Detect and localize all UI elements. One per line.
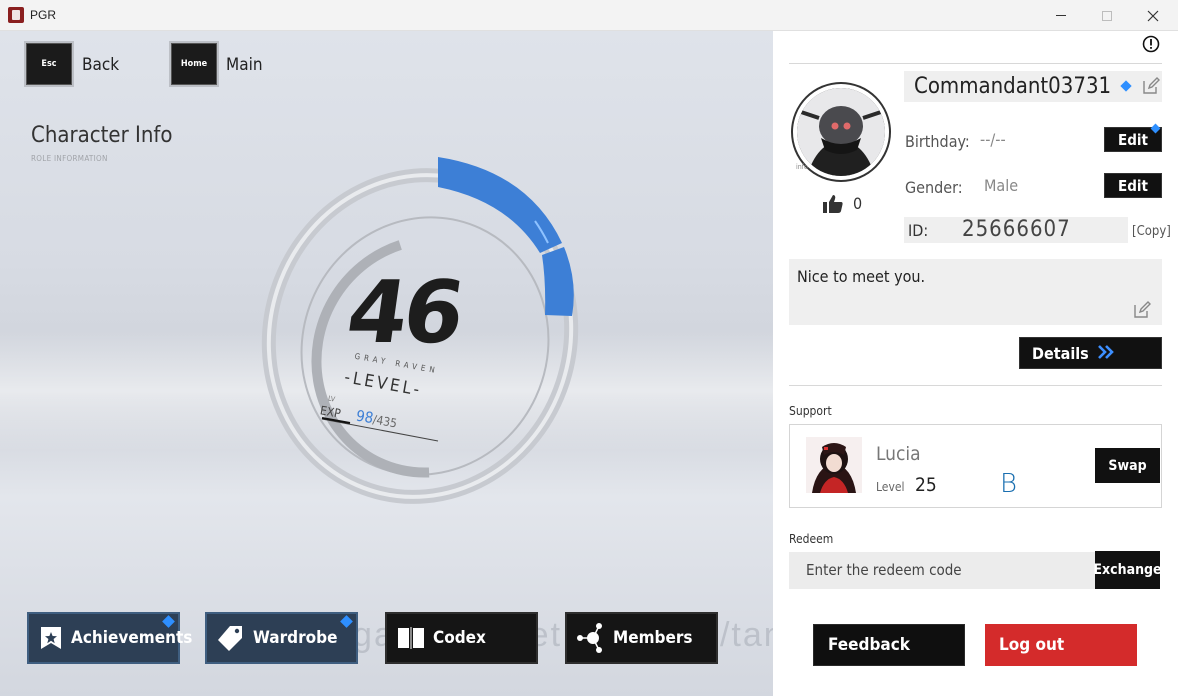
home-key-button[interactable]: Home (171, 43, 217, 85)
notification-diamond-icon (162, 615, 175, 628)
gender-value: Male (984, 176, 1019, 195)
window-titlebar: PGR (0, 0, 1178, 31)
members-label: Members (613, 628, 693, 648)
minimize-icon (1056, 15, 1066, 16)
edit-gender-label: Edit (1118, 176, 1148, 195)
gender-label: Gender: (905, 178, 963, 197)
page-subtitle: ROLE INFORMATION (31, 154, 108, 163)
notification-diamond-icon (340, 615, 353, 628)
edit-birthday-button[interactable]: Edit (1104, 123, 1162, 152)
support-character-avatar (806, 437, 862, 493)
edit-motto-icon[interactable] (1133, 301, 1151, 323)
divider (789, 385, 1162, 386)
edit-name-icon[interactable] (1142, 77, 1160, 99)
avatar-image (797, 88, 885, 176)
codex-button[interactable]: Codex (385, 612, 538, 664)
codex-label: Codex (433, 628, 486, 648)
back-label[interactable]: Back (82, 55, 119, 75)
support-card: Lucia Level 25 B Swap (789, 424, 1162, 508)
feedback-button[interactable]: Feedback (813, 624, 965, 666)
window-title: PGR (30, 8, 57, 22)
support-character-name: Lucia (876, 443, 921, 465)
redeem-section-label: Redeem (789, 532, 834, 546)
exp-max: /435 (371, 412, 399, 431)
info-icon[interactable] (1142, 35, 1160, 57)
name-field: Commandant03731 (904, 71, 1162, 102)
support-section-label: Support (789, 404, 832, 418)
minimize-button[interactable] (1038, 0, 1084, 31)
logout-button[interactable]: Log out (985, 624, 1137, 666)
support-character-image (806, 437, 862, 493)
details-button[interactable]: Details (1019, 337, 1162, 369)
book-icon (395, 622, 427, 654)
page-title: Character Info (31, 123, 173, 148)
edit-birthday-label: Edit (1118, 130, 1148, 149)
double-chevron-right-icon (1097, 344, 1115, 363)
exp-progress-arc (438, 157, 562, 253)
edit-gender-button[interactable]: Edit (1104, 173, 1162, 198)
birthday-label: Birthday: (905, 132, 970, 151)
id-label: ID: (908, 221, 929, 240)
redeem-placeholder: Enter the redeem code (806, 561, 962, 579)
level-number: 46 (340, 263, 467, 363)
motto-text: Nice to meet you. (797, 267, 926, 286)
maximize-icon (1102, 10, 1112, 21)
player-name: Commandant03731 (914, 74, 1112, 99)
details-label: Details (1032, 343, 1089, 363)
notification-diamond-icon (1120, 80, 1132, 92)
support-level-value: 25 (915, 474, 937, 496)
likes-counter[interactable]: 0 (823, 194, 862, 213)
thumbs-up-icon (823, 194, 843, 213)
achievements-label: Achievements (71, 628, 193, 648)
maximize-button[interactable] (1084, 0, 1130, 31)
player-id-field: ID: 25666607 (904, 217, 1128, 243)
close-icon (1147, 10, 1159, 21)
network-icon (575, 622, 607, 654)
id-value: 25666607 (962, 217, 1071, 242)
price-tag-icon (215, 622, 247, 654)
wardrobe-button[interactable]: Wardrobe (205, 612, 358, 664)
close-button[interactable] (1130, 0, 1176, 31)
redeem-code-input[interactable]: Enter the redeem code (789, 552, 1097, 589)
divider (789, 63, 1162, 64)
notification-diamond-icon (1150, 123, 1161, 134)
motto-box: Nice to meet you. (789, 259, 1162, 325)
main-label[interactable]: Main (226, 55, 263, 75)
likes-count: 0 (853, 194, 863, 213)
lv-small-label: LV (327, 394, 336, 404)
copy-id-button[interactable]: [Copy] (1132, 224, 1171, 239)
app-icon (8, 7, 24, 23)
members-button[interactable]: Members (565, 612, 718, 664)
character-info-panel: Esc Back Home Main Character Info ROLE I… (0, 31, 773, 696)
swap-button[interactable]: Swap (1095, 448, 1160, 483)
exchange-button[interactable]: Exchange (1093, 551, 1162, 589)
achievements-button[interactable]: Achievements (27, 612, 192, 664)
esc-key-button[interactable]: Esc (26, 43, 72, 85)
birthday-value: --/-- (980, 130, 1006, 149)
avatar-caption: info (796, 163, 808, 171)
wardrobe-label: Wardrobe (253, 628, 338, 648)
support-level-label: Level (876, 480, 905, 494)
star-flag-icon (37, 622, 65, 654)
rank-mark: B (1000, 469, 1018, 499)
profile-panel: info 0 Commandant03731 Birthday: --/-- E… (773, 31, 1178, 696)
